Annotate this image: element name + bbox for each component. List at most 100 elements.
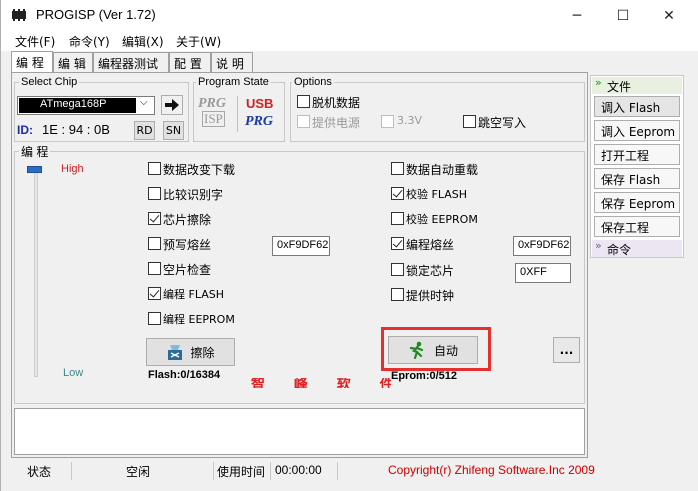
slider-track (34, 171, 38, 377)
minimize-button[interactable]: ─ (554, 0, 600, 31)
auto-button[interactable]: 自动 (388, 336, 478, 364)
tab-help[interactable]: 说 明 (211, 52, 253, 72)
more-button[interactable]: ... (553, 337, 580, 363)
prewrite-fuse-label: 预写熔丝 (163, 238, 212, 252)
slider-thumb[interactable] (27, 166, 42, 173)
supply-clock-label: 提供时钟 (406, 289, 455, 303)
watermark-clip: 智 峰 软 件 (241, 378, 391, 388)
data-change-download-label: 数据改变下载 (163, 163, 236, 177)
title-bar[interactable]: PROGISP (Ver 1.72) ─ ☐ ✕ (1, 0, 698, 31)
arrow-right-icon (165, 99, 179, 111)
command-section-label: 命令 (607, 243, 632, 257)
open-project-button[interactable]: 打开工程 (594, 144, 680, 165)
lock-chip-label: 锁定芯片 (406, 264, 455, 278)
save-flash-button[interactable]: 保存 Flash (594, 168, 680, 189)
maximize-button[interactable]: ☐ (600, 0, 646, 31)
prewrite-fuse-value[interactable]: 0xF9DF62 (272, 236, 330, 256)
verify-flash-label: 校验 FLASH (406, 188, 467, 201)
elapsed-time-value: 00:00:00 (275, 463, 322, 477)
tab-edit[interactable]: 编 辑 (53, 52, 93, 72)
verify-eeprom-label: 校验 EEPROM (406, 213, 478, 226)
compare-signature-checkbox[interactable] (148, 187, 161, 200)
load-eeprom-button[interactable]: 调入 Eeprom (594, 120, 680, 141)
compare-signature-label: 比较识别字 (163, 188, 224, 202)
expand-icon: » (595, 239, 602, 252)
skip-blank-write-label: 跳空写入 (478, 116, 527, 130)
data-change-download-checkbox[interactable] (148, 162, 161, 175)
skip-blank-write-checkbox[interactable] (463, 115, 476, 128)
verify-flash-checkbox[interactable] (391, 187, 404, 200)
blank-check-checkbox[interactable] (148, 262, 161, 275)
copyright-text: Copyright(r) Zhifeng Software.Inc 2009 (388, 463, 595, 477)
erase-button[interactable]: 擦除 (146, 338, 235, 366)
chip-erase-checkbox[interactable] (148, 212, 161, 225)
program-group-label: 编 程 (19, 143, 51, 160)
close-button[interactable]: ✕ (646, 0, 692, 31)
chip-id-value: 1E : 94 : 0B (42, 122, 110, 137)
program-eeprom-checkbox[interactable] (148, 312, 161, 325)
prg-isp-logo-top: PRG (198, 96, 226, 111)
maximize-icon: ☐ (616, 7, 630, 24)
save-project-button[interactable]: 保存工程 (594, 216, 680, 237)
program-state-label: Program State (196, 76, 271, 88)
lock-bits-value[interactable]: 0XFF (515, 263, 571, 283)
program-flash-label: 编程 FLASH (163, 288, 224, 301)
menu-about[interactable]: 关于(W) (176, 33, 221, 50)
command-section-header[interactable]: » 命令 (592, 239, 682, 257)
tab-config[interactable]: 配 置 (169, 52, 211, 72)
eraser-icon (168, 345, 183, 360)
slider-high-label: High (61, 163, 84, 175)
voltage-3v3-checkbox[interactable] (381, 115, 394, 128)
verify-eeprom-checkbox[interactable] (391, 212, 404, 225)
chip-select-value: ATmega168P (40, 98, 107, 110)
save-eeprom-button[interactable]: 保存 Eeprom (594, 192, 680, 213)
options-label: Options (292, 76, 334, 88)
usb-logo-bottom: PRG (245, 114, 273, 129)
id-label: ID: (17, 123, 33, 137)
prewrite-fuse-checkbox[interactable] (148, 237, 161, 250)
erase-button-label: 擦除 (190, 345, 215, 360)
log-textarea[interactable] (14, 408, 585, 455)
running-man-icon (409, 341, 424, 359)
chevron-down-icon: ⌵ (140, 97, 148, 108)
eeprom-info: Eprom:0/512 (391, 370, 458, 382)
watermark-text: 智 峰 软 件 (251, 378, 391, 388)
program-fuse-value[interactable]: 0xF9DF62 (513, 236, 571, 256)
usb-prg-logo: USB PRG (244, 96, 280, 132)
prg-isp-logo: PRG ISP (198, 96, 230, 132)
program-fuse-checkbox[interactable] (391, 237, 404, 250)
status-label: 状态 (27, 465, 52, 479)
supply-power-label: 提供电源 (312, 116, 361, 130)
status-divider (270, 462, 271, 480)
status-divider (71, 462, 72, 480)
load-flash-button[interactable]: 调入 Flash (594, 96, 680, 117)
file-section-label: 文件 (607, 80, 632, 94)
tab-program[interactable]: 编 程 (11, 51, 53, 73)
auto-button-label: 自动 (433, 343, 458, 358)
elapsed-time-label: 使用时间 (217, 465, 266, 479)
program-flash-checkbox[interactable] (148, 287, 161, 300)
status-bar: 状态 空闲 使用时间 00:00:00 Copyright(r) Zhifeng… (1, 459, 698, 483)
sn-button[interactable]: SN (163, 121, 184, 140)
file-section-header[interactable]: » 文件 (592, 76, 682, 94)
menu-command[interactable]: 命令(Y) (69, 33, 110, 50)
blank-check-label: 空片检查 (163, 263, 212, 277)
supply-power-checkbox[interactable] (297, 115, 310, 128)
menu-edit[interactable]: 编辑(X) (122, 33, 164, 50)
rd-button[interactable]: RD (134, 121, 155, 140)
supply-clock-checkbox[interactable] (391, 288, 404, 301)
offline-data-checkbox[interactable] (297, 95, 310, 108)
usb-logo-top: USB (246, 96, 274, 111)
auto-reload-checkbox[interactable] (391, 162, 404, 175)
chip-go-button[interactable] (161, 95, 183, 115)
menu-file[interactable]: 文件(F) (15, 33, 55, 50)
offline-data-label: 脱机数据 (312, 96, 361, 110)
chip-select[interactable]: ATmega168P ⌵ (17, 96, 155, 115)
lock-chip-checkbox[interactable] (391, 263, 404, 276)
menu-bar: 文件(F) 命令(Y) 编辑(X) 关于(W) (1, 31, 698, 51)
auto-reload-label: 数据自动重载 (406, 163, 479, 177)
options-group (290, 82, 585, 142)
speed-slider[interactable] (22, 163, 50, 378)
tab-programmer-test[interactable]: 编程器测试 (93, 52, 169, 72)
chip-icon (12, 9, 26, 21)
